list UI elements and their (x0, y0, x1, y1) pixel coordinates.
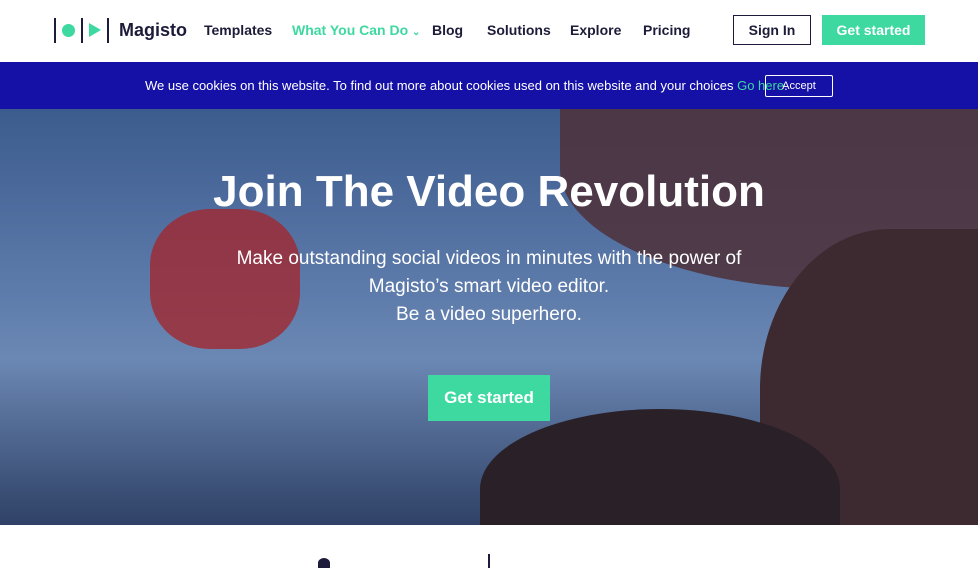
nav-what-you-can-do-label: What You Can Do (292, 22, 409, 38)
divider (488, 554, 490, 568)
hero-subtitle: Make outstanding social videos in minute… (0, 245, 978, 329)
nav-blog[interactable]: Blog (432, 22, 463, 38)
cookie-message: We use cookies on this website. To find … (145, 78, 788, 93)
nav-what-you-can-do[interactable]: What You Can Do ⌄ (292, 22, 420, 38)
top-nav: Magisto Templates What You Can Do ⌄ Blog… (0, 0, 978, 62)
hero-subtitle-line: Magisto’s smart video editor. (368, 276, 610, 297)
cookie-banner: We use cookies on this website. To find … (0, 62, 978, 109)
hero-title: Join The Video Revolution (213, 167, 765, 216)
nav-explore[interactable]: Explore (570, 22, 621, 38)
logo-bar (107, 17, 109, 43)
nav-solutions[interactable]: Solutions (487, 22, 551, 38)
hero-get-started-button[interactable]: Get started (428, 375, 550, 421)
accept-cookies-button[interactable]: Accept (765, 75, 833, 97)
hero-subtitle-line: Be a video superhero. (396, 304, 582, 325)
logo-bar (54, 17, 56, 43)
logo-bar (81, 17, 83, 43)
logo-play-icon (89, 23, 101, 37)
sign-in-button[interactable]: Sign In (733, 15, 811, 45)
hero-section: Join The Video Revolution Make outstandi… (0, 109, 978, 525)
hero-subtitle-line: Make outstanding social videos in minute… (236, 248, 742, 269)
logo-dot-icon (62, 23, 75, 37)
get-started-button[interactable]: Get started (822, 15, 925, 45)
nav-pricing[interactable]: Pricing (643, 22, 690, 38)
brand-name: Magisto (119, 19, 188, 40)
magisto-logo[interactable]: Magisto (54, 17, 187, 43)
cookie-text: We use cookies on this website. To find … (145, 78, 738, 93)
chevron-down-icon: ⌄ (412, 27, 421, 38)
nav-templates[interactable]: Templates (204, 22, 272, 38)
